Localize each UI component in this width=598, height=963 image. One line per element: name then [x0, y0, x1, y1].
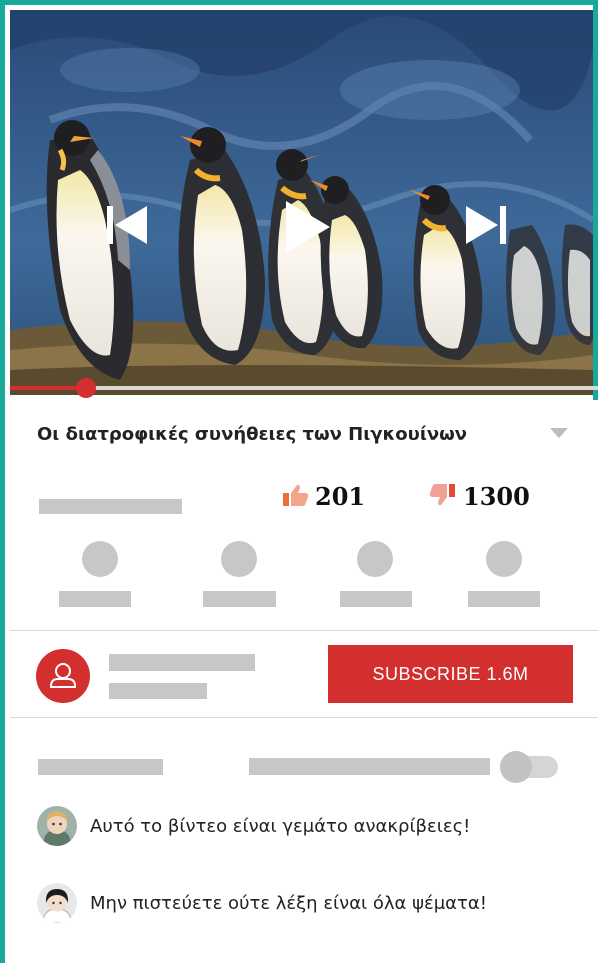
action-1-label: [59, 591, 131, 607]
thumbs-down-icon[interactable]: [429, 483, 455, 511]
thumbs-up-icon[interactable]: [283, 483, 309, 511]
channel-avatar[interactable]: [36, 649, 90, 703]
video-title: Οι διατροφικές συνήθειες των Πιγκουίνων: [37, 424, 467, 445]
subscribe-button[interactable]: SUBSCRIBE 1.6M: [328, 645, 573, 703]
user-icon: [50, 663, 76, 688]
action-2-icon[interactable]: [221, 541, 257, 577]
action-4-icon[interactable]: [486, 541, 522, 577]
video-player[interactable]: [10, 10, 593, 395]
dislikes-count: 1300: [463, 482, 530, 511]
frame-border-right: [593, 0, 598, 400]
action-1-icon[interactable]: [82, 541, 118, 577]
likes-count: 201: [315, 482, 366, 511]
views-placeholder: [39, 499, 182, 514]
frame-border-top: [0, 0, 598, 5]
comments-header-placeholder: [38, 759, 163, 775]
comment-1-avatar: [37, 806, 77, 846]
progress-scrubber[interactable]: [76, 378, 96, 398]
action-4-label: [468, 591, 540, 607]
frame-border-left: [0, 0, 5, 963]
divider-top: [10, 630, 598, 631]
channel-name-placeholder: [109, 654, 255, 671]
action-3-icon[interactable]: [357, 541, 393, 577]
skip-previous-icon[interactable]: [107, 206, 149, 244]
comment-2-text: Μην πιστεύετε ούτε λέξη είναι όλα ψέματα…: [90, 893, 487, 914]
chevron-down-icon[interactable]: [550, 428, 568, 438]
progress-fill: [10, 386, 86, 390]
play-icon[interactable]: [286, 201, 330, 253]
comment-1-text: Αυτό το βίντεο είναι γεμάτο ανακρίβειες!: [90, 816, 471, 837]
comment-2-avatar: [37, 883, 77, 923]
channel-meta-placeholder: [109, 683, 207, 699]
sort-placeholder: [249, 758, 490, 775]
action-2-label: [203, 591, 276, 607]
comments-toggle-knob[interactable]: [500, 751, 532, 783]
action-3-label: [340, 591, 412, 607]
divider-bottom: [10, 717, 598, 718]
progress-track[interactable]: [10, 386, 598, 390]
skip-next-icon[interactable]: [464, 206, 506, 244]
